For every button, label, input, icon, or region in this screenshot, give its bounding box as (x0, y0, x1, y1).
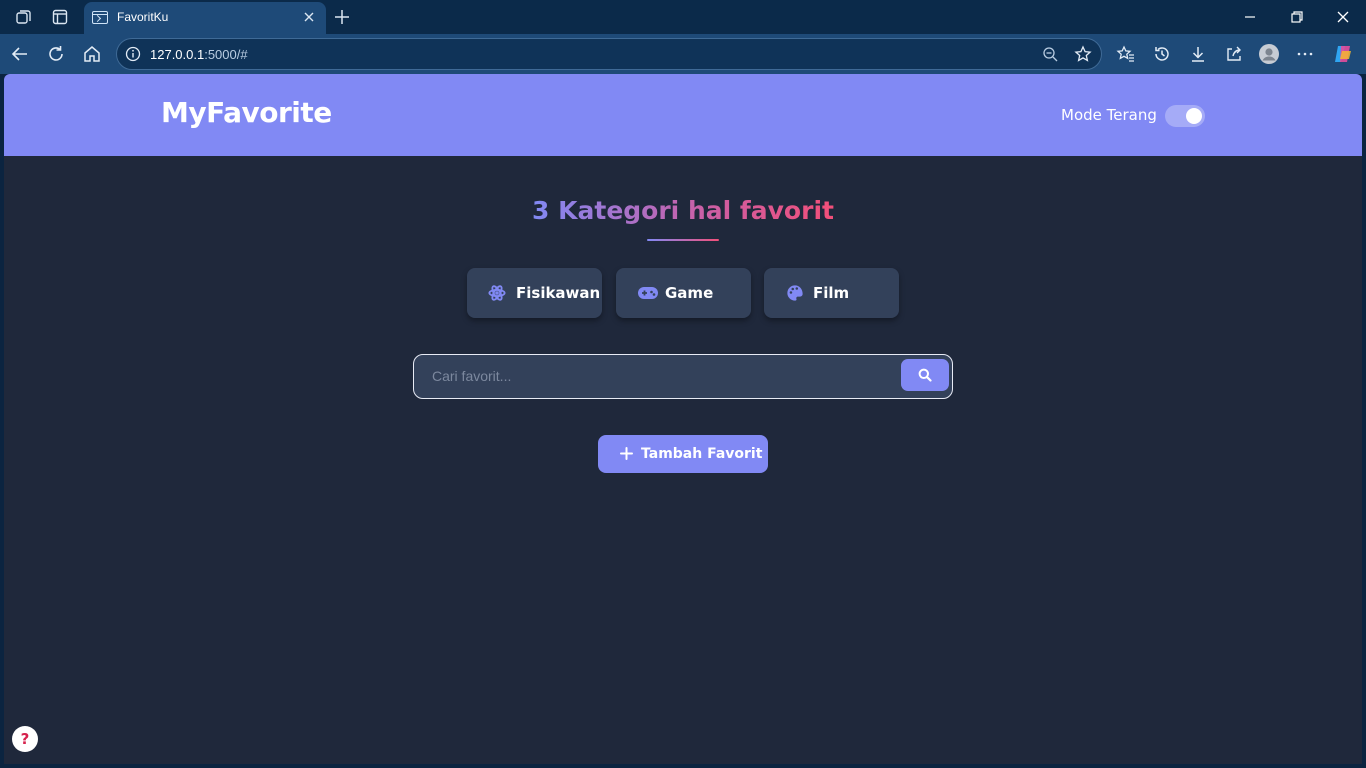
category-label: Film (813, 284, 850, 302)
theme-toggle[interactable] (1165, 105, 1205, 127)
close-window-icon[interactable] (1332, 6, 1354, 28)
page-viewport: MyFavorite Mode Terang 3 Kategori hal fa… (4, 74, 1362, 764)
gamepad-icon (638, 287, 658, 299)
browser-titlebar: FavoritKu (0, 0, 1366, 34)
page-title: 3 Kategori hal favorit (532, 196, 834, 225)
mode-label: Mode Terang (1061, 106, 1157, 124)
favorite-star-icon[interactable] (1074, 45, 1092, 63)
minimize-icon[interactable] (1239, 6, 1261, 28)
title-underline (647, 239, 719, 241)
category-label: Game (665, 284, 714, 302)
home-icon[interactable] (81, 43, 103, 65)
url-text: 127.0.0.1:5000/# (150, 47, 248, 62)
category-label: Fisikawan (516, 284, 601, 302)
more-options-icon[interactable] (1294, 43, 1316, 65)
terminal-icon (92, 11, 108, 24)
address-bar[interactable]: 127.0.0.1:5000/# (116, 38, 1102, 70)
favorites-icon[interactable] (1115, 43, 1137, 65)
search-input[interactable] (424, 361, 894, 391)
atom-icon (488, 285, 506, 301)
search-button[interactable] (901, 359, 949, 391)
tab-title: FavoritKu (117, 10, 169, 24)
site-info-icon[interactable] (125, 46, 141, 62)
help-button[interactable]: ? (12, 726, 38, 752)
workspaces-icon[interactable] (13, 6, 35, 28)
plus-icon (620, 447, 633, 460)
new-tab-icon[interactable] (331, 6, 353, 28)
page-header: MyFavorite Mode Terang (4, 74, 1362, 156)
add-favorite-button[interactable]: Tambah Favorit (598, 435, 768, 473)
restore-icon[interactable] (1286, 6, 1308, 28)
site-logo[interactable]: MyFavorite (161, 96, 332, 129)
profile-avatar-icon[interactable] (1258, 43, 1280, 65)
category-button-fisikawan[interactable]: Fisikawan (467, 268, 602, 318)
tab-actions-icon[interactable] (49, 6, 71, 28)
search-icon (918, 368, 932, 382)
add-favorite-label: Tambah Favorit (641, 446, 763, 462)
copilot-icon[interactable] (1332, 43, 1354, 65)
browser-toolbar: 127.0.0.1:5000/# (0, 34, 1366, 74)
close-tab-icon[interactable] (300, 8, 318, 26)
help-icon: ? (20, 730, 30, 748)
history-icon[interactable] (1151, 43, 1173, 65)
browser-tab[interactable]: FavoritKu (84, 2, 326, 34)
refresh-icon[interactable] (45, 43, 67, 65)
palette-icon (787, 285, 803, 301)
search-box (413, 354, 953, 399)
zoom-out-icon[interactable] (1042, 46, 1059, 63)
share-icon[interactable] (1223, 43, 1245, 65)
downloads-icon[interactable] (1187, 43, 1209, 65)
toggle-knob (1186, 108, 1202, 124)
category-button-game[interactable]: Game (616, 268, 751, 318)
category-button-film[interactable]: Film (764, 268, 899, 318)
back-icon[interactable] (9, 43, 31, 65)
